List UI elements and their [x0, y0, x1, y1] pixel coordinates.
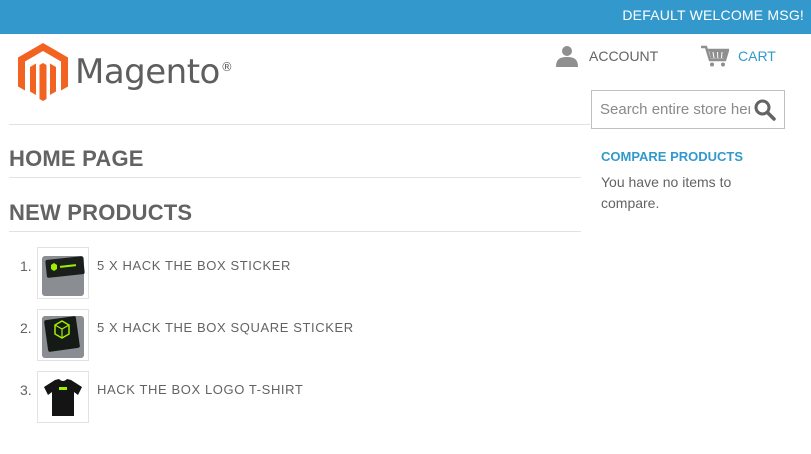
search-icon[interactable]	[754, 99, 776, 121]
sticker-image-icon	[42, 256, 85, 296]
logo-brand-text: Magento	[75, 52, 220, 92]
search-input[interactable]	[592, 91, 750, 128]
product-name[interactable]: 5 X HACK THE BOX SQUARE STICKER	[97, 320, 354, 335]
product-index: 2.	[20, 320, 32, 336]
magento-logo-icon	[18, 43, 68, 101]
account-label: ACCOUNT	[589, 48, 659, 64]
welcome-message: DEFAULT WELCOME MSG!	[622, 7, 804, 23]
account-link[interactable]: ACCOUNT	[556, 44, 658, 68]
product-index: 1.	[20, 258, 32, 274]
user-icon	[556, 46, 578, 67]
product-thumbnail[interactable]	[37, 247, 89, 299]
compare-products-title: COMPARE PRODUCTS	[601, 149, 744, 164]
top-bar: DEFAULT WELCOME MSG!	[0, 0, 811, 34]
t-shirt-image-icon	[44, 379, 82, 416]
product-thumbnail[interactable]	[37, 309, 89, 361]
product-name[interactable]: HACK THE BOX LOGO T-SHIRT	[97, 382, 303, 397]
section-title-rule	[9, 231, 581, 232]
product-item[interactable]: 3. HACK THE BOX LOGO T-SHIRT	[20, 371, 303, 423]
cart-label: CART	[738, 48, 776, 64]
product-thumbnail[interactable]	[37, 371, 89, 423]
page-title-rule	[9, 177, 581, 178]
section-title: NEW PRODUCTS	[9, 200, 193, 225]
logo-wordmark: Magento®	[75, 52, 233, 92]
product-item[interactable]: 2. 5 X HACK THE BOX SQUARE STICKER	[20, 309, 354, 361]
page-title: HOME PAGE	[9, 146, 144, 171]
square-sticker-image-icon	[42, 316, 84, 358]
cart-icon	[701, 45, 729, 67]
product-index: 3.	[20, 382, 32, 398]
search-form	[591, 90, 785, 129]
product-name[interactable]: 5 X HACK THE BOX STICKER	[97, 258, 291, 273]
header-divider	[9, 124, 590, 125]
compare-empty-message: You have no items to compare.	[601, 174, 732, 211]
site-logo[interactable]: Magento®	[18, 43, 233, 101]
product-item[interactable]: 1. 5 X HACK THE BOX STICKER	[20, 247, 291, 299]
cart-link[interactable]: CART	[701, 44, 776, 68]
logo-registered-mark: ®	[220, 59, 233, 74]
